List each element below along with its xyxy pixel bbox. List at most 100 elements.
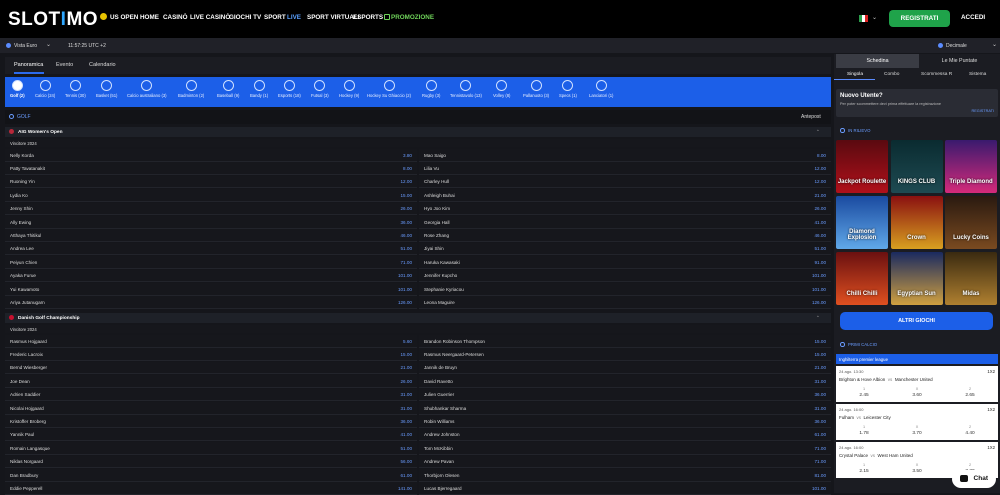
sport-golf[interactable]: Golf (2) [10,80,25,98]
odds-value[interactable]: 101.00 [812,287,826,292]
game-tile[interactable]: Triple Diamond [945,140,997,193]
odds-value[interactable]: 101.00 [812,273,826,278]
selection-row[interactable]: Ruoning Yin 12.00 [5,175,417,189]
tab-panoramica[interactable]: Panoramica [14,62,43,68]
match-card[interactable]: 24 ago. 16:00 1X2 Fulham vs Leicester City… [836,404,998,440]
game-tile[interactable]: Chilli Chilli [836,252,888,305]
odds-button[interactable]: 2 2.65 [946,386,994,400]
odds-value[interactable]: 31.00 [401,406,413,411]
selection-row[interactable]: Kristoffer Broberg 36.00 [5,415,417,428]
sport-lanciatori[interactable]: Lanciatori (1) [589,80,613,98]
odds-value[interactable]: 3.80 [403,153,412,158]
odds-value[interactable]: 71.00 [815,459,827,464]
odds-format-selector[interactable]: Decimale [946,43,967,49]
odds-value[interactable]: 51.00 [815,246,827,251]
odds-value[interactable]: 71.00 [401,260,413,265]
sport-basket[interactable]: Basket (51) [96,80,117,98]
nav-live[interactable]: LIVE [287,14,301,21]
sport-baseball[interactable]: Baseball (9) [217,80,239,98]
sport-pallanuoto[interactable]: Pallanuoto (3) [523,80,549,98]
chat-button[interactable]: Chat [952,470,996,488]
nav-home[interactable]: HOME [140,14,159,21]
odds-value[interactable]: 8.00 [817,153,826,158]
odds-value[interactable]: 15.00 [401,352,413,357]
odds-value[interactable]: 46.00 [815,233,827,238]
odds-value[interactable]: 61.00 [401,473,413,478]
selection-row[interactable]: Patty Tavatanakit 8.00 [5,162,417,175]
nav-promozione[interactable]: PROMOZIONE [391,14,434,21]
logo[interactable]: SLOTIMO [8,9,98,31]
italy-flag-icon[interactable] [859,15,868,22]
odds-value[interactable]: 41.00 [815,220,827,225]
antepost-label[interactable]: Antepost [801,114,821,120]
odds-value[interactable]: 46.00 [401,233,413,238]
selection-row[interactable]: Yannik Paul 41.00 [5,428,417,442]
selection-row[interactable]: Shubhankar Sharma 31.00 [419,402,831,415]
chevron-up-icon[interactable]: ⌃ [816,315,820,321]
odds-value[interactable]: 12.00 [815,179,827,184]
selection-row[interactable]: Julien Guerrier 36.00 [419,388,831,402]
odds-value[interactable]: 8.00 [403,166,412,171]
odds-value[interactable]: 81.00 [815,473,827,478]
sport-calcio[interactable]: Calcio (24) [35,80,55,98]
selection-row[interactable]: Rose Zhang 46.00 [419,229,831,242]
selection-row[interactable]: Thorbjorn Olesen 81.00 [419,469,831,482]
odds-value[interactable]: 31.00 [815,379,827,384]
odds-value[interactable]: 51.00 [401,446,413,451]
odds-value[interactable]: 101.00 [812,486,826,491]
selection-row[interactable]: Andrew Johnston 61.00 [419,428,831,442]
odds-value[interactable]: 21.00 [401,365,413,370]
odds-button[interactable]: 2 4.40 [946,424,994,438]
selection-row[interactable]: Lydia Ko 15.00 [5,189,417,202]
bet-type-sistema[interactable]: Sistema [969,72,986,77]
selection-row[interactable]: Tom McKibbin 71.00 [419,442,831,455]
selection-row[interactable]: David Ravetto 31.00 [419,375,831,388]
chevron-down-icon[interactable]: ⌄ [992,41,997,48]
selection-row[interactable]: Rasmus Hojgaard 5.60 [5,335,417,348]
selection-row[interactable]: Haruka Kawasaki 91.00 [419,256,831,269]
chevron-down-icon[interactable]: ⌄ [872,14,877,21]
odds-value[interactable]: 12.00 [815,166,827,171]
nav-sport[interactable]: SPORT [264,14,286,21]
selection-row[interactable]: Peiyun Chien 71.00 [5,256,417,269]
tab-le-mie-puntate[interactable]: Le Mie Puntate [918,54,1000,68]
game-tile[interactable]: Diamond Explosion [836,196,888,249]
sport-esports[interactable]: Esports (18) [278,80,301,98]
selection-row[interactable]: Lucas Bjerregaard 101.00 [419,482,831,495]
odds-button[interactable]: X 3.60 [893,386,941,400]
selection-row[interactable]: Nelly Korda 3.80 [5,149,417,162]
tab-evento[interactable]: Evento [56,62,73,68]
odds-value[interactable]: 61.00 [815,432,827,437]
new-user-register-link[interactable]: REGISTRATI [971,109,994,113]
sport-hockey-ghiaccio[interactable]: Hockey Su Ghiaccio (2) [367,80,411,98]
odds-button[interactable]: 1 2.15 [840,462,888,476]
odds-value[interactable]: 26.00 [401,206,413,211]
sport-tennis[interactable]: Tennis (30) [65,80,86,98]
odds-value[interactable]: 126.00 [812,300,826,305]
bet-type-combo[interactable]: Combo [884,72,899,77]
selection-row[interactable]: Adrien Saddier 31.00 [5,388,417,402]
bet-type-singola[interactable]: Singola [847,72,863,77]
odds-value[interactable]: 71.00 [815,446,827,451]
selection-row[interactable]: Hyo Joo Kim 26.00 [419,202,831,216]
selection-row[interactable]: Rasmus Neergaard-Petersen 15.00 [419,348,831,361]
odds-value[interactable]: 51.00 [401,246,413,251]
nav-casino[interactable]: CASINÒ [163,14,188,21]
selection-row[interactable]: Lilia Vu 12.00 [419,162,831,175]
selection-row[interactable]: Jiyai Shin 51.00 [419,242,831,256]
odds-button[interactable]: 1 1.78 [840,424,888,438]
odds-value[interactable]: 15.00 [401,193,413,198]
selection-row[interactable]: Ally Ewing 36.00 [5,216,417,229]
selection-row[interactable]: Joe Dean 26.00 [5,375,417,388]
nav-giochi-tv[interactable]: GIOCHI TV [229,14,261,21]
odds-value[interactable]: 31.00 [815,406,827,411]
tab-schedina[interactable]: Schedina [836,54,919,68]
sport-rugby[interactable]: Rugby (3) [422,80,440,98]
odds-button[interactable]: 1 2.45 [840,386,888,400]
selection-row[interactable]: Andrea Lee 51.00 [5,242,417,256]
nav-sport-virtuali[interactable]: SPORT VIRTUALI [307,14,359,21]
selection-row[interactable]: Niklas Norgaard 56.00 [5,455,417,469]
odds-value[interactable]: 21.00 [815,365,827,370]
odds-value[interactable]: 101.00 [398,273,412,278]
odds-value[interactable]: 31.00 [401,392,413,397]
